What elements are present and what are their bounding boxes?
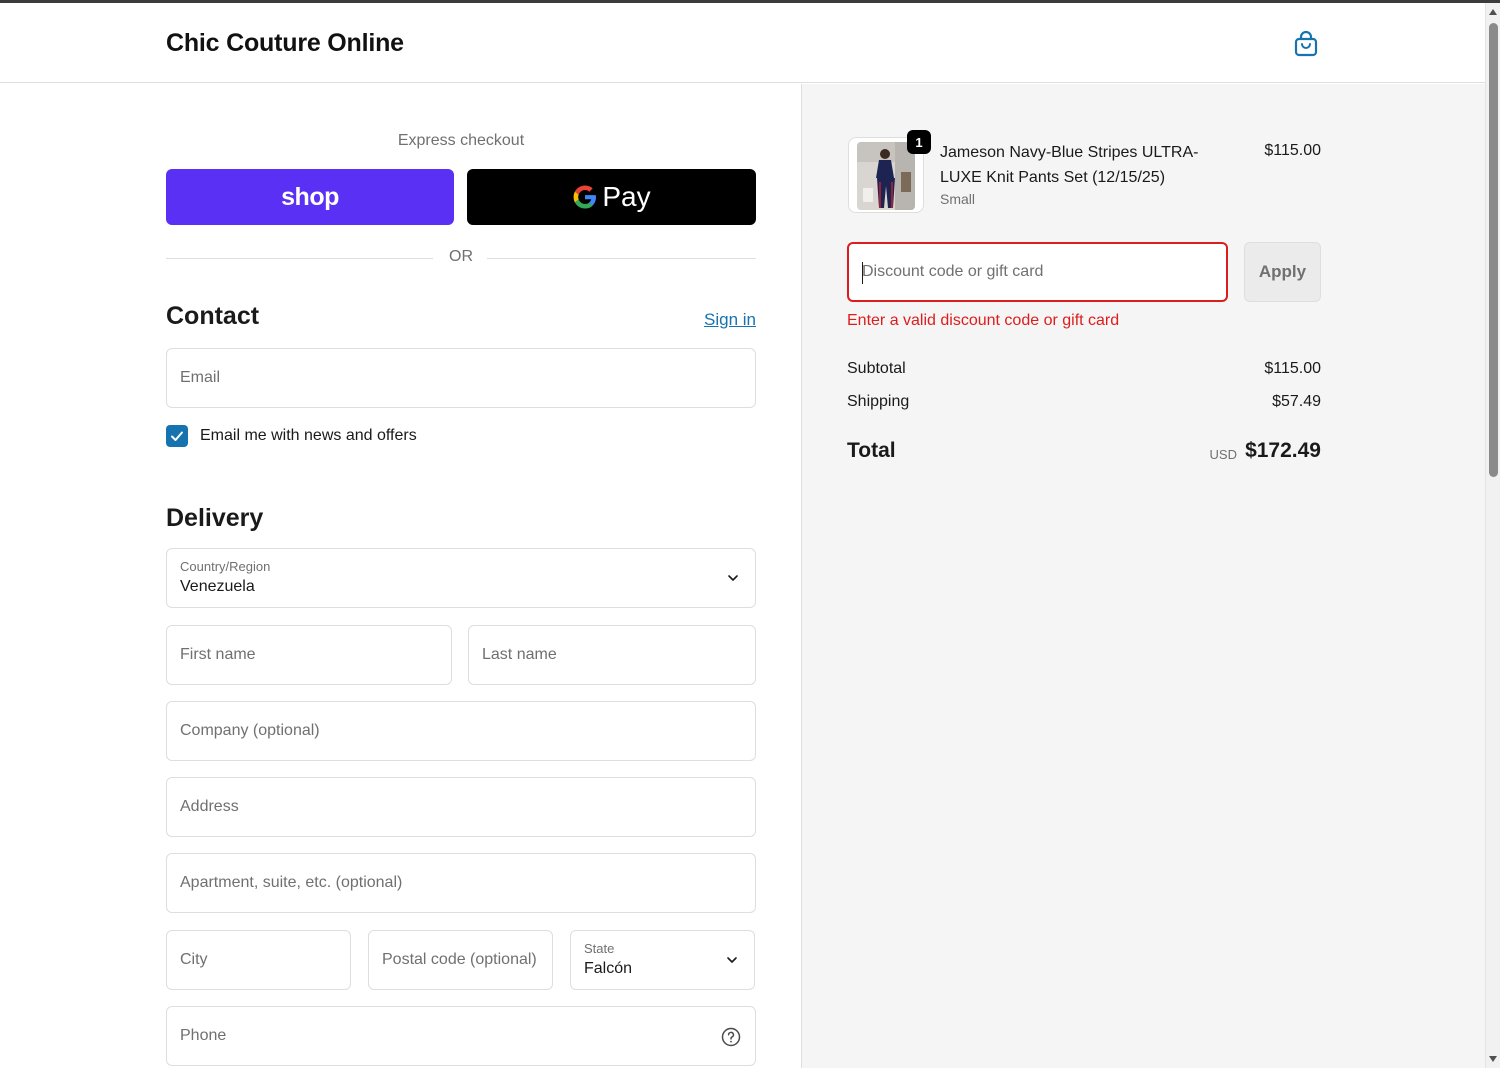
company-field[interactable] [166,701,756,761]
product-price: $115.00 [1264,142,1321,159]
discount-input[interactable] [862,244,1226,300]
state-label: State [584,941,615,956]
address-input[interactable] [180,778,755,836]
sign-in-link[interactable]: Sign in [704,310,756,330]
email-field[interactable] [166,348,756,408]
total-row: Total USD $172.49 [847,439,1321,469]
currency-code: USD [1209,447,1237,462]
product-name: Jameson Navy-Blue Stripes ULTRA-LUXE Kni… [940,144,1199,186]
shop-pay-logo: shop [281,182,339,211]
state-value: Falcón [584,960,633,977]
delivery-heading: Delivery [166,504,264,532]
shipping-value: $57.49 [1272,393,1321,410]
shop-pay-button[interactable]: shop [166,169,454,225]
apply-discount-button[interactable]: Apply [1244,242,1321,302]
product-variant: Small [940,191,976,207]
scroll-up-arrow-icon[interactable] [1489,9,1497,15]
first-name-input[interactable] [180,626,451,684]
express-checkout-label: Express checkout [397,132,525,149]
last-name-field[interactable] [468,625,756,685]
discount-field[interactable] [847,242,1228,302]
divider-line-right [487,258,756,259]
chevron-down-icon [727,957,737,963]
newsletter-option[interactable]: Email me with news and offers [166,425,417,447]
scrollbar-thumb[interactable] [1489,23,1498,477]
last-name-input[interactable] [482,626,755,684]
shipping-label: Shipping [847,393,910,410]
or-divider: OR [166,248,756,268]
subtotal-label: Subtotal [847,360,906,377]
checkmark-icon [171,431,183,441]
apartment-field[interactable] [166,853,756,913]
checkout-form: Express checkout shop Pay OR Contact Sig… [0,84,801,1068]
company-input[interactable] [180,702,755,760]
order-summary: 1 Jameson Navy-Blue Stripes ULTRA-LUXE K… [801,84,1485,1068]
product-image [857,142,915,210]
product-thumbnail: 1 [848,130,931,213]
country-value: Venezuela [180,578,255,595]
newsletter-checkbox[interactable] [166,425,188,447]
or-label: OR [449,248,473,265]
google-pay-button[interactable]: Pay [467,169,756,225]
postal-code-input[interactable] [382,931,552,989]
shopping-bag-icon[interactable] [1293,30,1319,58]
checkout-header: Chic Couture Online [0,3,1485,83]
store-brand[interactable]: Chic Couture Online [166,29,404,58]
product-photo [857,142,915,210]
address-field[interactable] [166,777,756,837]
city-field[interactable] [166,930,351,990]
newsletter-label: Email me with news and offers [200,427,417,444]
quantity-badge: 1 [907,130,931,154]
total-value: $172.49 [1245,439,1321,462]
help-circle-icon[interactable] [721,1027,741,1047]
subtotal-value: $115.00 [1264,360,1321,377]
email-input[interactable] [180,349,755,407]
discount-error-message: Enter a valid discount code or gift card [847,312,1120,329]
country-label: Country/Region [180,559,271,574]
phone-field[interactable] [166,1006,756,1066]
scroll-down-arrow-icon[interactable] [1489,1056,1497,1062]
contact-heading: Contact [166,302,260,330]
postal-code-field[interactable] [368,930,553,990]
first-name-field[interactable] [166,625,452,685]
country-select[interactable]: Country/Region Venezuela [166,548,756,608]
chevron-down-icon [728,575,738,581]
page-scrollbar[interactable] [1485,3,1500,1068]
city-input[interactable] [180,931,350,989]
phone-input[interactable] [180,1007,755,1065]
state-select[interactable]: State Falcón [570,930,755,990]
google-pay-label: Pay [602,181,651,212]
total-label: Total [847,439,896,462]
google-g-icon [573,185,597,209]
text-cursor [862,262,863,284]
apartment-input[interactable] [180,854,755,912]
